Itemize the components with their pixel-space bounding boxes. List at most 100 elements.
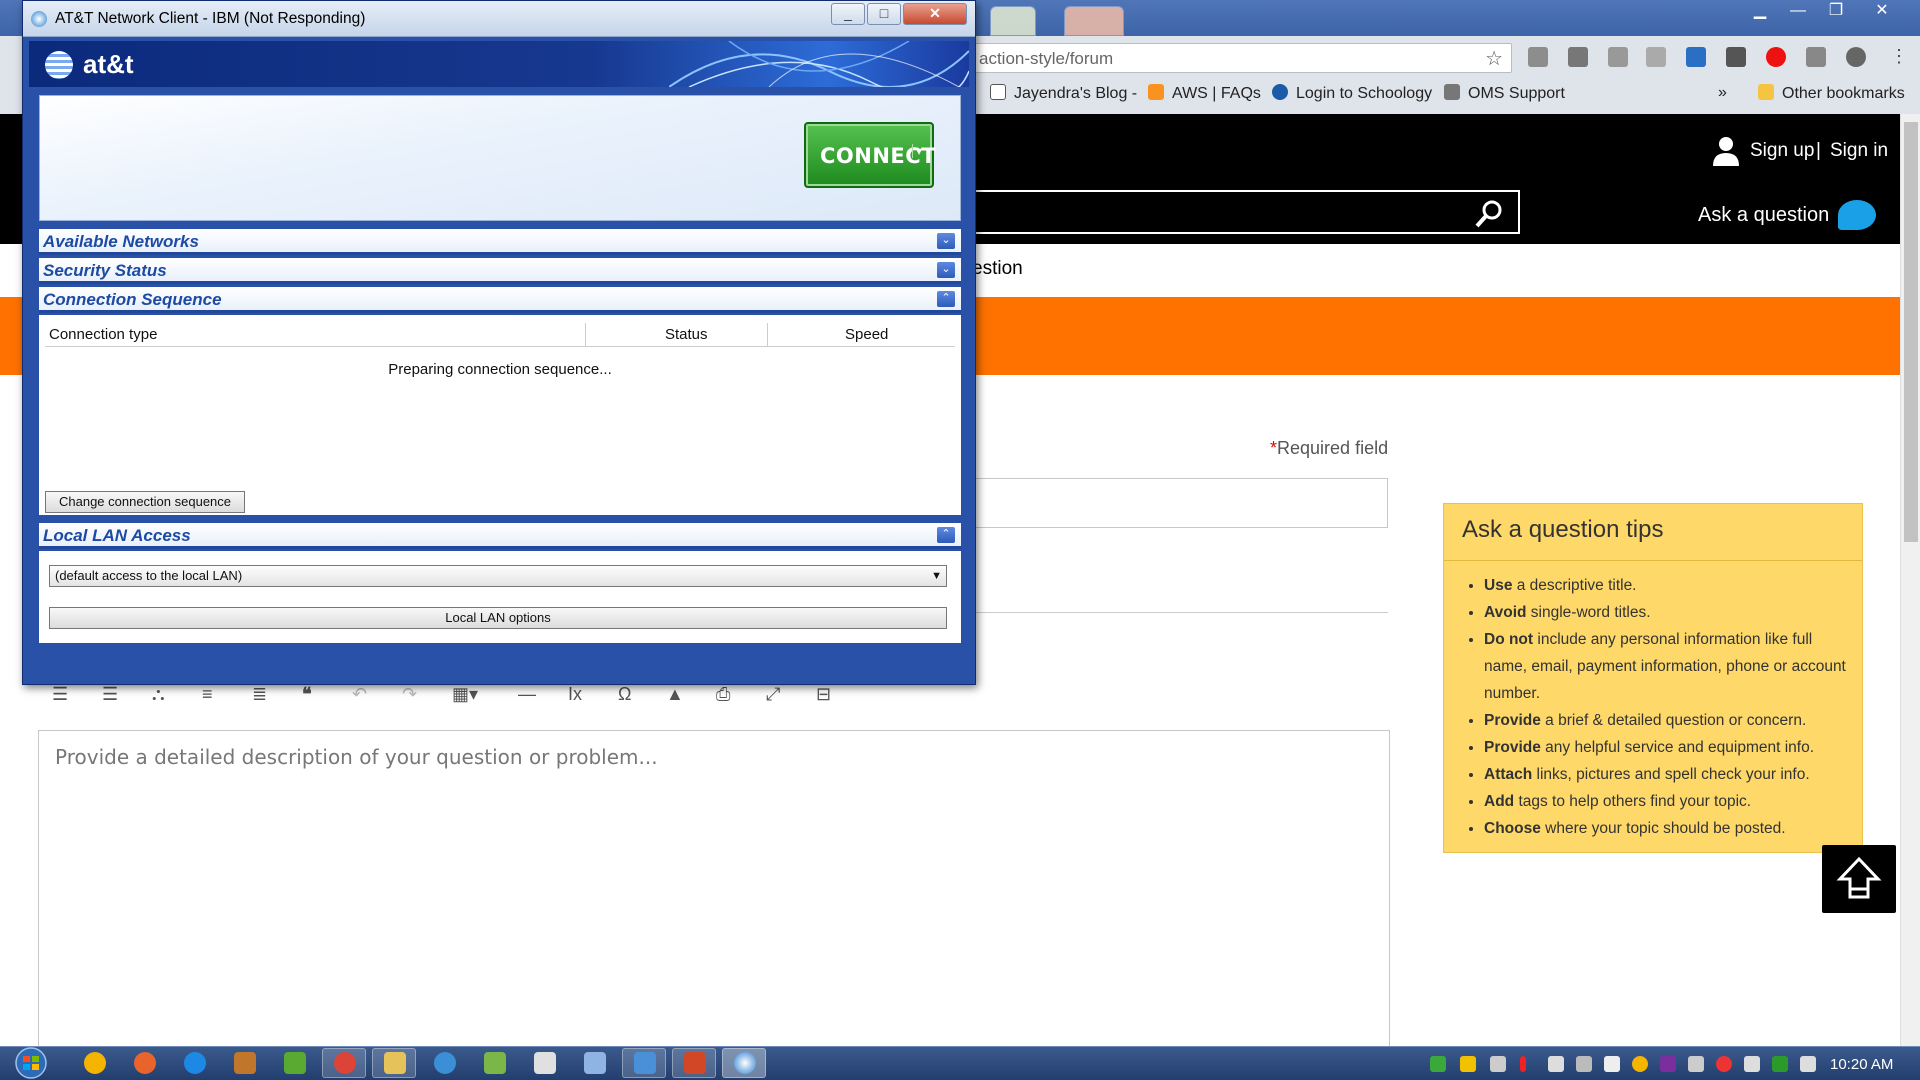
col-status[interactable]: Status (665, 326, 708, 343)
blockquote-icon[interactable]: ❝ (302, 684, 312, 705)
browser-minimize-button[interactable]: — (1778, 0, 1818, 24)
chat-bubble-icon[interactable] (1838, 200, 1876, 230)
extension-icon[interactable] (1646, 47, 1666, 67)
taskbar-app-icon[interactable] (584, 1052, 606, 1074)
column-separator[interactable] (767, 323, 768, 347)
firefox-icon[interactable] (134, 1052, 156, 1074)
expand-icon[interactable]: ⌄ (937, 233, 955, 249)
numbered-list-icon[interactable]: ☰ (52, 684, 68, 705)
minimize-icon[interactable]: ▁ (1740, 0, 1780, 24)
cast-icon[interactable] (1726, 47, 1746, 67)
extension-icon[interactable] (1686, 47, 1706, 67)
col-speed[interactable]: Speed (845, 326, 888, 343)
address-bar[interactable]: action-style/forum ☆ (972, 43, 1512, 73)
fullscreen-icon[interactable]: ⤢ (766, 684, 780, 705)
sign-up-link[interactable]: Sign up (1750, 140, 1814, 162)
taskbar-app-icon[interactable] (484, 1052, 506, 1074)
tray-icon[interactable] (1460, 1056, 1476, 1072)
chrome-menu-icon[interactable]: ⋮ (1890, 46, 1908, 67)
extension-icon[interactable] (1608, 47, 1628, 67)
site-search-input[interactable] (972, 190, 1520, 234)
browser-tab[interactable] (1064, 6, 1124, 36)
indent-icon[interactable]: ≣ (252, 684, 267, 705)
extension-icon[interactable] (1528, 47, 1548, 67)
collapse-icon[interactable]: ⌃ (937, 527, 955, 543)
tray-icon[interactable] (1772, 1056, 1788, 1072)
tray-icon[interactable] (1744, 1056, 1760, 1072)
signal-icon[interactable] (1688, 1056, 1704, 1072)
chevron-down-icon[interactable]: ▼ (931, 566, 942, 586)
calculator-icon[interactable] (534, 1052, 556, 1074)
network-icon[interactable] (434, 1052, 456, 1074)
scroll-to-top-button[interactable] (1822, 845, 1896, 913)
change-connection-sequence-button[interactable]: Change connection sequence (45, 491, 245, 513)
undo-icon[interactable]: ↶ (352, 684, 367, 705)
sign-in-link[interactable]: Sign in (1830, 140, 1888, 162)
description-editor[interactable]: Provide a detailed description of your q… (38, 730, 1390, 1050)
other-bookmarks[interactable]: Other bookmarks (1758, 84, 1905, 103)
bookmark-oms-support[interactable]: OMS Support (1444, 84, 1565, 103)
special-char-icon[interactable]: Ω (618, 684, 631, 705)
collapse-icon[interactable]: ⌃ (937, 291, 955, 307)
extension-icon[interactable] (1806, 47, 1826, 67)
tray-icon[interactable] (1520, 1056, 1526, 1072)
search-icon[interactable] (1474, 199, 1504, 229)
section-local-lan-access[interactable]: Local LAN Access ⌃ (39, 523, 961, 549)
media-player-icon[interactable] (234, 1052, 256, 1074)
print-icon[interactable]: ⎙ (716, 684, 730, 705)
align-icon[interactable]: ≡ (202, 684, 213, 705)
tray-icon[interactable] (1716, 1056, 1732, 1072)
tray-icon[interactable] (1632, 1056, 1648, 1072)
lock-icon[interactable] (1604, 1056, 1620, 1072)
section-security-status[interactable]: Security Status ⌄ (39, 258, 961, 284)
taskbar-clock[interactable]: 10:20 AM (1830, 1056, 1893, 1073)
bookmark-aws-faqs[interactable]: AWS | FAQs (1148, 84, 1261, 103)
att-minimize-button[interactable]: _ (831, 3, 865, 25)
tray-icon[interactable] (1548, 1056, 1564, 1072)
taskbar-app-icon[interactable] (84, 1052, 106, 1074)
volume-icon[interactable] (1800, 1056, 1816, 1072)
bookmark-schoology[interactable]: Login to Schoology (1272, 84, 1432, 103)
expand-icon[interactable]: ⌄ (937, 262, 955, 278)
question-title-input[interactable] (972, 478, 1388, 528)
clear-format-icon[interactable]: Ix (568, 684, 582, 705)
horizontal-rule-icon[interactable]: — (518, 684, 536, 705)
browser-close-button[interactable]: ✕ (1862, 0, 1902, 24)
att-titlebar[interactable]: AT&T Network Client - IBM (Not Respondin… (23, 1, 975, 37)
att-close-button[interactable]: ✕ (903, 3, 967, 25)
browser-restore-button[interactable]: ❐ (1816, 0, 1856, 24)
tray-icon[interactable] (1490, 1056, 1506, 1072)
page-scrollbar[interactable] (1900, 114, 1920, 1046)
bookmark-jayendras-blog[interactable]: Jayendra's Blog - (990, 84, 1137, 103)
redo-icon[interactable]: ↷ (402, 684, 417, 705)
taskbar-app-icon[interactable] (284, 1052, 306, 1074)
tray-icon[interactable] (1430, 1056, 1446, 1072)
warning-icon[interactable]: ▲ (666, 684, 684, 705)
browser-tab[interactable] (990, 6, 1036, 36)
star-icon[interactable]: ☆ (1485, 46, 1503, 71)
table-icon[interactable]: ▦▾ (452, 684, 478, 705)
bulleted-list-icon[interactable]: ☰ (102, 684, 118, 705)
binoculars-icon[interactable]: ⛬ (152, 684, 165, 705)
section-connection-sequence[interactable]: Connection Sequence ⌃ (39, 287, 961, 313)
page-break-icon[interactable]: ⊟ (816, 684, 831, 705)
tray-icon[interactable] (1576, 1056, 1592, 1072)
opera-icon[interactable] (1766, 47, 1786, 67)
extension-icon[interactable] (1846, 47, 1866, 67)
ask-a-question-link[interactable]: Ask a question (1698, 204, 1829, 227)
local-lan-options-button[interactable]: Local LAN options (49, 607, 947, 629)
section-available-networks[interactable]: Available Networks ⌄ (39, 229, 961, 255)
extension-icon[interactable] (1568, 47, 1588, 67)
local-lan-select[interactable]: (default access to the local LAN) ▼ (49, 565, 947, 587)
onenote-icon[interactable] (1660, 1056, 1676, 1072)
windows-start-icon[interactable] (8, 1046, 54, 1080)
nav-item-ask-question[interactable]: estion (972, 258, 1023, 280)
bookmarks-overflow-button[interactable]: » (1718, 84, 1727, 102)
internet-explorer-icon[interactable] (184, 1052, 206, 1074)
connect-button[interactable]: CONNECT ▾ (804, 122, 936, 188)
column-separator[interactable] (585, 323, 586, 347)
col-connection-type[interactable]: Connection type (49, 326, 157, 343)
scrollbar-thumb[interactable] (1904, 122, 1918, 542)
chevron-down-icon[interactable]: ▾ (912, 144, 926, 158)
att-maximize-button[interactable]: □ (867, 3, 901, 25)
